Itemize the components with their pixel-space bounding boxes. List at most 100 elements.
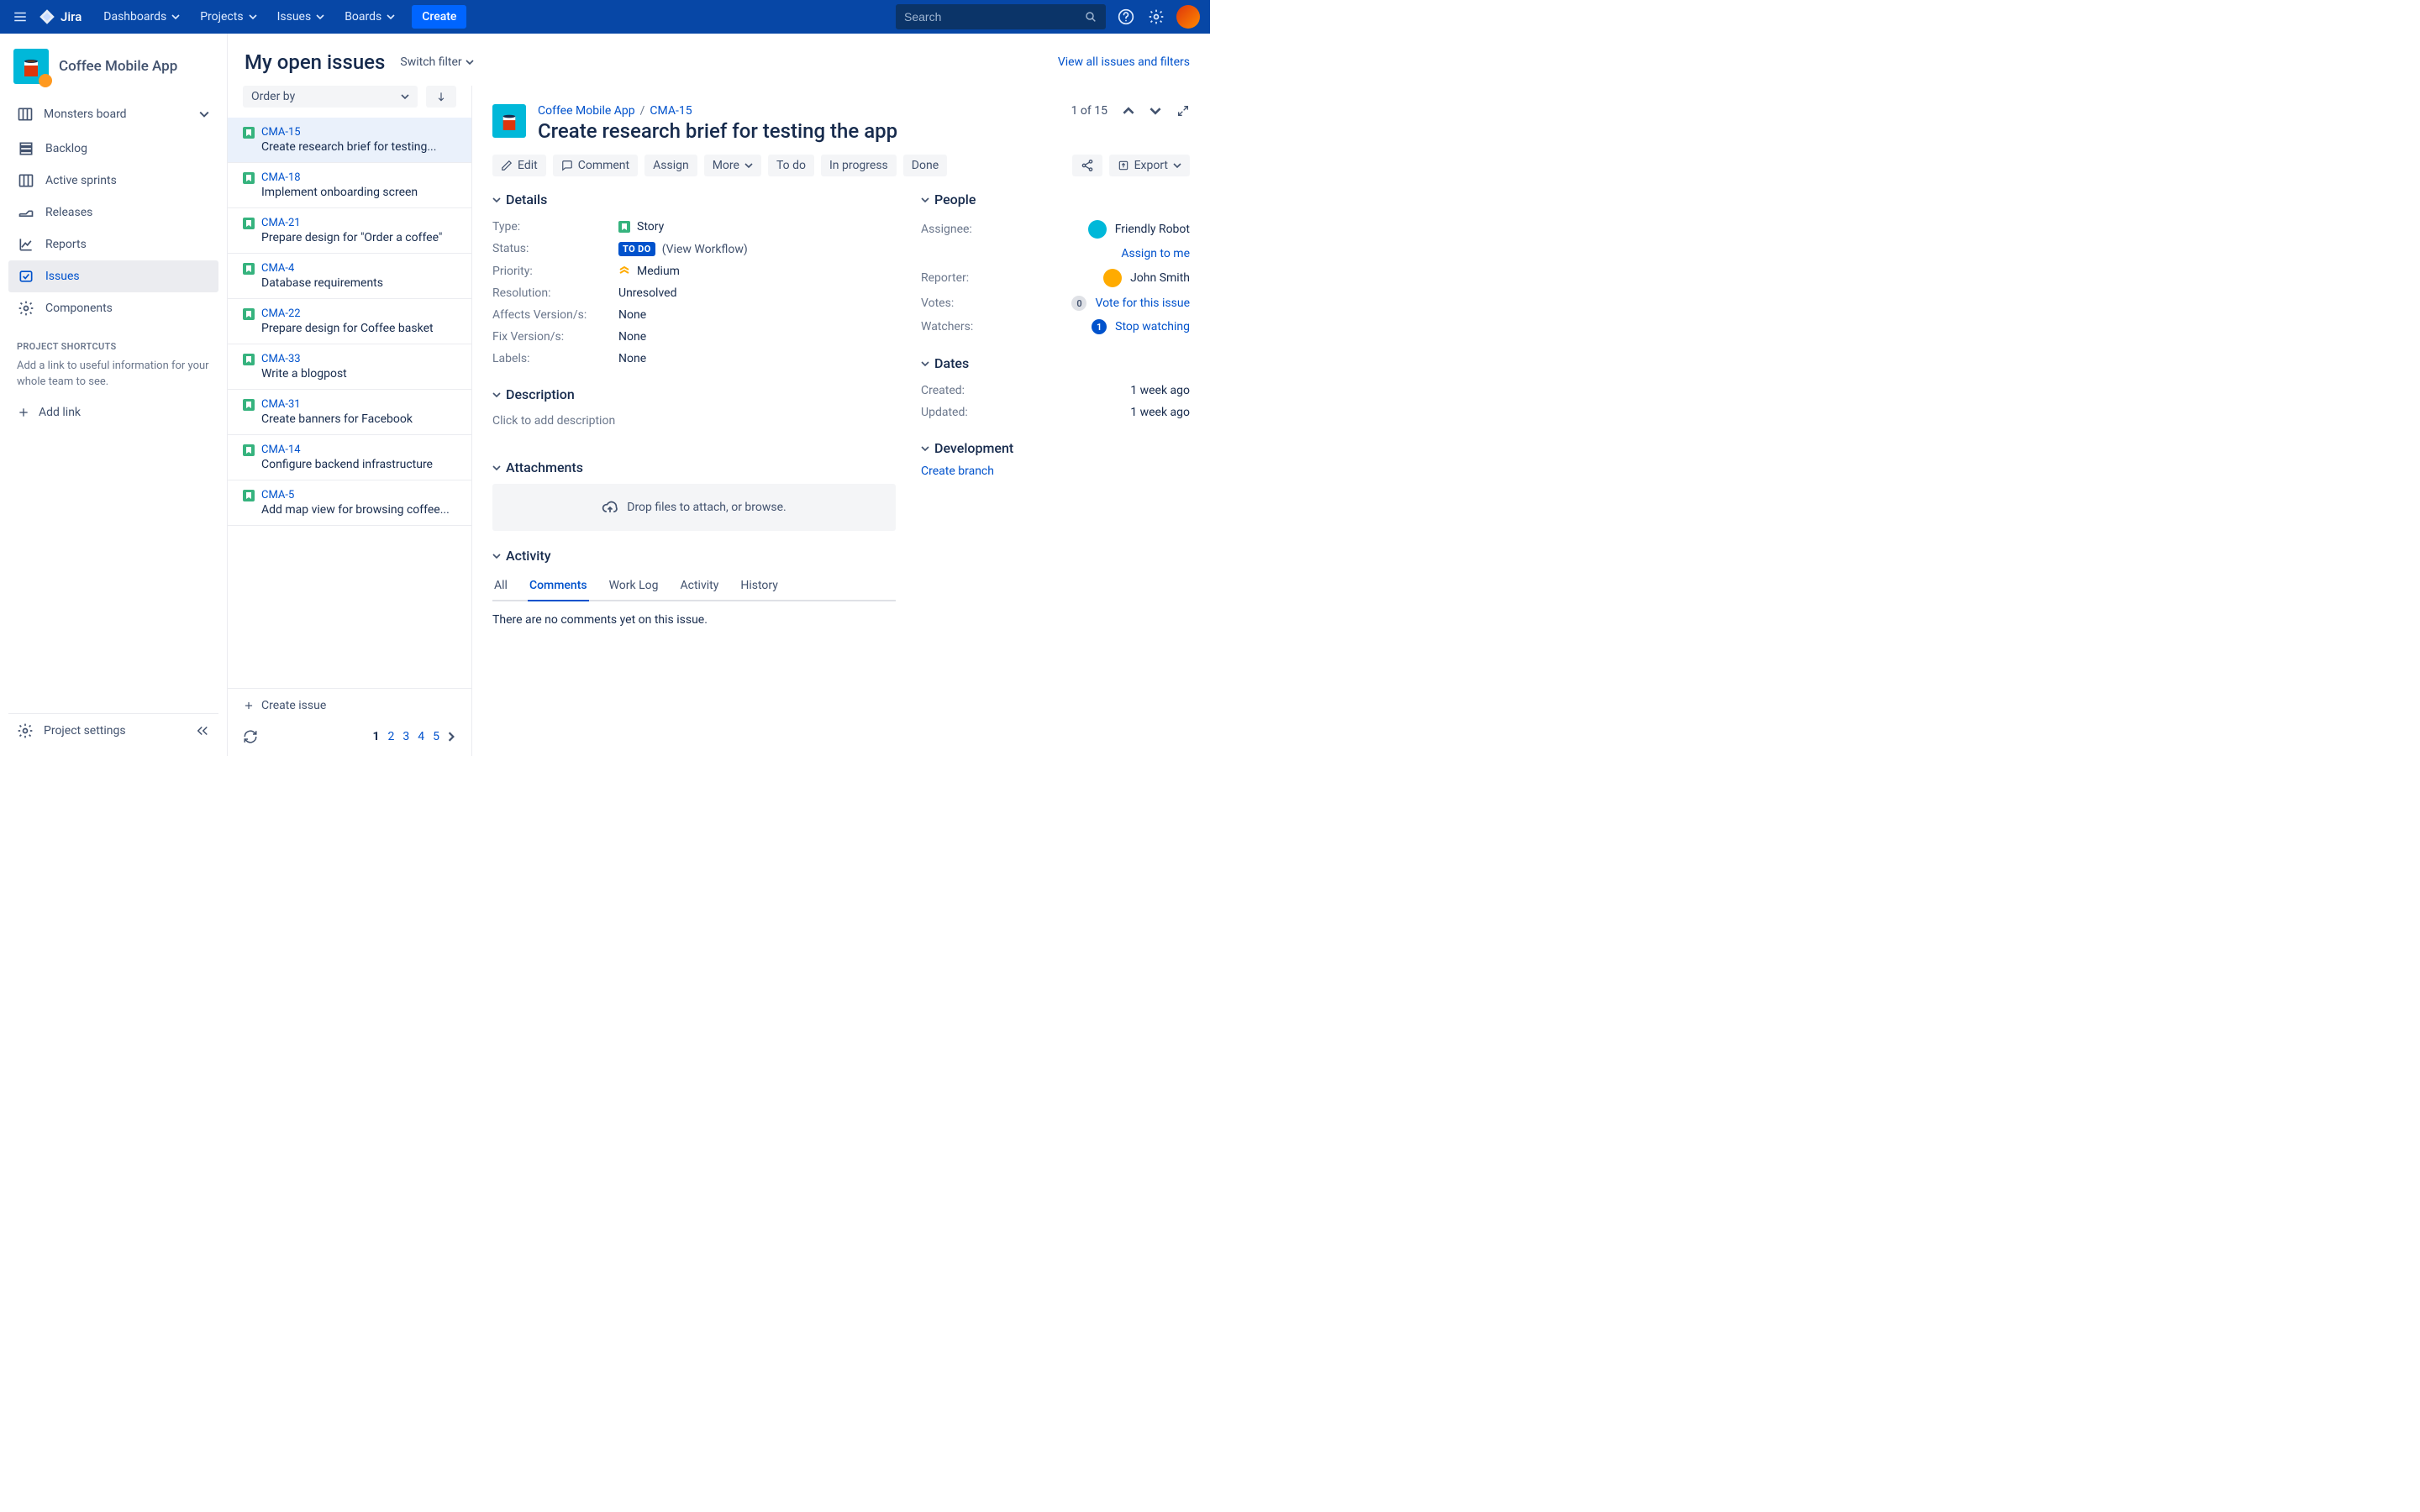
pagination-page[interactable]: 3 bbox=[402, 730, 409, 743]
transition-done[interactable]: Done bbox=[903, 155, 947, 176]
description-placeholder[interactable]: Click to add description bbox=[492, 411, 896, 443]
attachment-dropzone[interactable]: Drop files to attach, or browse. bbox=[492, 484, 896, 531]
user-avatar[interactable] bbox=[1176, 5, 1200, 29]
nav-boards[interactable]: Boards bbox=[338, 5, 403, 29]
activity-tab[interactable]: Work Log bbox=[608, 572, 660, 600]
issue-summary: Create research brief for testing... bbox=[261, 140, 456, 154]
watch-link[interactable]: Stop watching bbox=[1115, 320, 1190, 333]
view-workflow-link[interactable]: (View Workflow) bbox=[662, 243, 748, 256]
project-avatar bbox=[13, 49, 49, 84]
create-button[interactable]: Create bbox=[412, 5, 466, 29]
settings-icon[interactable] bbox=[1146, 7, 1166, 27]
collapse-sidebar-icon[interactable] bbox=[195, 723, 210, 738]
pencil-icon bbox=[501, 160, 513, 171]
switch-filter-dropdown[interactable]: Switch filter bbox=[400, 55, 473, 69]
nav-projects[interactable]: Projects bbox=[193, 5, 265, 29]
sidebar-item-reports[interactable]: Reports bbox=[8, 228, 218, 260]
activity-tab[interactable]: Comments bbox=[528, 572, 589, 600]
vote-count-badge: 0 bbox=[1071, 296, 1086, 311]
pagination-next-icon[interactable] bbox=[446, 732, 456, 742]
story-icon bbox=[243, 263, 255, 275]
story-icon bbox=[243, 354, 255, 365]
nav-issues[interactable]: Issues bbox=[271, 5, 334, 29]
issue-summary: Create banners for Facebook bbox=[261, 412, 456, 426]
pagination-page[interactable]: 4 bbox=[418, 730, 424, 743]
priority-medium-icon bbox=[618, 265, 630, 277]
attachments-panel-toggle[interactable]: Attachments bbox=[492, 459, 896, 475]
view-all-link[interactable]: View all issues and filters bbox=[1058, 55, 1190, 69]
more-dropdown[interactable]: More bbox=[704, 155, 761, 176]
development-panel-toggle[interactable]: Development bbox=[921, 440, 1190, 456]
breadcrumb: Coffee Mobile App / CMA-15 bbox=[538, 104, 897, 118]
issue-row[interactable]: CMA-33 Write a blogpost bbox=[228, 344, 471, 390]
issue-row[interactable]: CMA-5 Add map view for browsing coffee..… bbox=[228, 480, 471, 526]
activity-tab[interactable]: All bbox=[492, 572, 509, 600]
order-by-dropdown[interactable]: Order by bbox=[243, 86, 418, 108]
issue-row[interactable]: CMA-31 Create banners for Facebook bbox=[228, 390, 471, 435]
global-search[interactable] bbox=[896, 4, 1106, 29]
issue-row[interactable]: CMA-22 Prepare design for Coffee basket bbox=[228, 299, 471, 344]
nav-dashboards[interactable]: Dashboards bbox=[97, 5, 188, 29]
transition-todo[interactable]: To do bbox=[768, 155, 814, 176]
story-icon bbox=[243, 172, 255, 184]
create-branch-link[interactable]: Create branch bbox=[921, 465, 994, 478]
help-icon[interactable] bbox=[1116, 7, 1136, 27]
issue-summary: Add map view for browsing coffee... bbox=[261, 503, 456, 517]
activity-panel-toggle[interactable]: Activity bbox=[492, 548, 896, 564]
breadcrumb-key[interactable]: CMA-15 bbox=[650, 104, 692, 118]
add-link-button[interactable]: Add link bbox=[8, 399, 218, 426]
pagination-page[interactable]: 5 bbox=[433, 730, 439, 743]
share-button[interactable] bbox=[1072, 155, 1102, 176]
description-panel-toggle[interactable]: Description bbox=[492, 386, 896, 402]
assign-to-me-link[interactable]: Assign to me bbox=[1121, 247, 1190, 260]
board-selector[interactable]: Monsters board bbox=[8, 99, 218, 129]
activity-tab[interactable]: History bbox=[739, 572, 780, 600]
search-input[interactable] bbox=[904, 10, 1084, 24]
issue-row[interactable]: CMA-4 Database requirements bbox=[228, 254, 471, 299]
dates-panel-toggle[interactable]: Dates bbox=[921, 355, 1190, 371]
issue-list-panel: Order by CMA-15 Create research brief fo… bbox=[227, 86, 472, 756]
expand-icon[interactable] bbox=[1176, 104, 1190, 118]
edit-button[interactable]: Edit bbox=[492, 155, 546, 176]
jira-logo[interactable]: Jira bbox=[39, 8, 82, 25]
issue-summary: Prepare design for Coffee basket bbox=[261, 322, 456, 335]
activity-tab[interactable]: Activity bbox=[679, 572, 721, 600]
pagination-page[interactable]: 2 bbox=[388, 730, 395, 743]
sprint-icon bbox=[17, 171, 35, 190]
create-issue-button[interactable]: Create issue bbox=[228, 688, 471, 722]
export-dropdown[interactable]: Export bbox=[1109, 155, 1190, 176]
details-panel-toggle[interactable]: Details bbox=[492, 192, 896, 207]
issue-key: CMA-21 bbox=[261, 217, 301, 229]
pagination: 12345 bbox=[372, 730, 439, 743]
issue-row[interactable]: CMA-15 Create research brief for testing… bbox=[228, 118, 471, 163]
board-icon bbox=[17, 106, 34, 123]
story-icon bbox=[618, 221, 630, 233]
sidebar-item-active-sprints[interactable]: Active sprints bbox=[8, 165, 218, 197]
plus-icon bbox=[17, 406, 30, 419]
pagination-page[interactable]: 1 bbox=[372, 730, 379, 743]
breadcrumb-project[interactable]: Coffee Mobile App bbox=[538, 104, 635, 118]
transition-inprogress[interactable]: In progress bbox=[821, 155, 897, 176]
project-header[interactable]: Coffee Mobile App bbox=[8, 49, 218, 99]
refresh-icon[interactable] bbox=[243, 729, 258, 744]
issue-row[interactable]: CMA-21 Prepare design for "Order a coffe… bbox=[228, 208, 471, 254]
sidebar-item-backlog[interactable]: Backlog bbox=[8, 133, 218, 165]
app-switcher-icon[interactable] bbox=[10, 7, 30, 27]
assign-button[interactable]: Assign bbox=[644, 155, 697, 176]
assignee-avatar bbox=[1088, 220, 1107, 239]
issue-detail-panel: Coffee Mobile App / CMA-15 Create resear… bbox=[472, 86, 1210, 756]
next-issue-icon[interactable] bbox=[1150, 105, 1161, 117]
issue-row[interactable]: CMA-14 Configure backend infrastructure bbox=[228, 435, 471, 480]
sort-direction-button[interactable] bbox=[426, 86, 456, 108]
status-badge: TO DO bbox=[618, 242, 655, 256]
sidebar-item-releases[interactable]: Releases bbox=[8, 197, 218, 228]
issue-row[interactable]: CMA-18 Implement onboarding screen bbox=[228, 163, 471, 208]
prev-issue-icon[interactable] bbox=[1123, 105, 1134, 117]
sidebar-item-components[interactable]: Components bbox=[8, 292, 218, 324]
search-icon bbox=[1084, 10, 1097, 24]
comment-button[interactable]: Comment bbox=[553, 155, 638, 176]
people-panel-toggle[interactable]: People bbox=[921, 192, 1190, 207]
project-settings-link[interactable]: Project settings bbox=[17, 722, 126, 739]
sidebar-item-issues[interactable]: Issues bbox=[8, 260, 218, 292]
vote-link[interactable]: Vote for this issue bbox=[1095, 297, 1190, 310]
